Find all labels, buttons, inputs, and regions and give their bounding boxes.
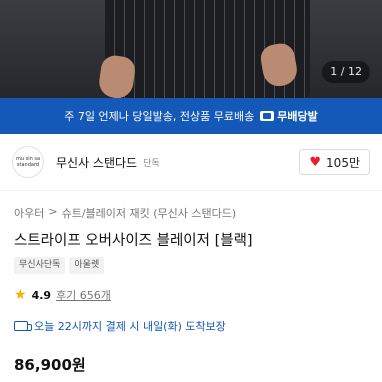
brand-row[interactable]: mu sin sa standard 무신사 스탠다드 단독 ♥ 105만	[0, 134, 382, 190]
review-count-link[interactable]: 후기 656개	[56, 287, 111, 303]
rating-row[interactable]: ★ 4.9 후기 656개	[14, 287, 111, 303]
brand-logo[interactable]: mu sin sa standard	[12, 146, 44, 178]
like-button[interactable]: ♥ 105만	[299, 149, 370, 175]
star-icon: ★	[14, 287, 27, 303]
tag-exclusive: 무신사단독	[14, 257, 66, 274]
delivery-guarantee-text: 오늘 22시까지 결제 시 내일(화) 도착보장	[34, 320, 226, 333]
divider	[0, 190, 382, 191]
like-count: 105만	[326, 155, 360, 170]
free-delivery-badge-label: 무배당발	[277, 110, 318, 123]
tag-outlet: 아울렛	[69, 257, 105, 274]
image-counter: 1 / 12	[322, 61, 370, 83]
heart-icon: ♥	[309, 154, 322, 170]
breadcrumb-category[interactable]: 아우터	[14, 205, 44, 221]
shipping-banner-text: 주 7일 언제나 당일발송, 전상품 무료배송	[64, 110, 255, 123]
breadcrumb-separator: >	[48, 205, 58, 218]
breadcrumb: 아우터 > 슈트/블레이저 재킷 (무신사 스탠다드)	[14, 205, 236, 221]
shipping-banner[interactable]: 주 7일 언제나 당일발송, 전상품 무료배송 무배당발	[0, 98, 382, 134]
product-image-gallery[interactable]: 1 / 12	[0, 0, 382, 98]
product-price: 86,900원	[14, 356, 86, 374]
brand-exclusive-tag: 단독	[143, 158, 160, 169]
truck-icon	[14, 321, 32, 331]
product-tags: 무신사단독 아울렛	[14, 257, 105, 274]
truck-icon	[260, 111, 275, 121]
rating-score: 4.9	[31, 288, 52, 302]
free-delivery-badge: 무배당발	[260, 108, 318, 124]
breadcrumb-subcategory[interactable]: 슈트/블레이저 재킷 (무신사 스탠다드)	[62, 205, 237, 221]
product-title: 스트라이프 오버사이즈 블레이저 [블랙]	[14, 233, 253, 249]
brand-logo-line2: standard	[16, 162, 40, 168]
brand-name[interactable]: 무신사 스탠다드	[56, 154, 137, 171]
delivery-guarantee: 오늘 22시까지 결제 시 내일(화) 도착보장	[14, 318, 226, 334]
